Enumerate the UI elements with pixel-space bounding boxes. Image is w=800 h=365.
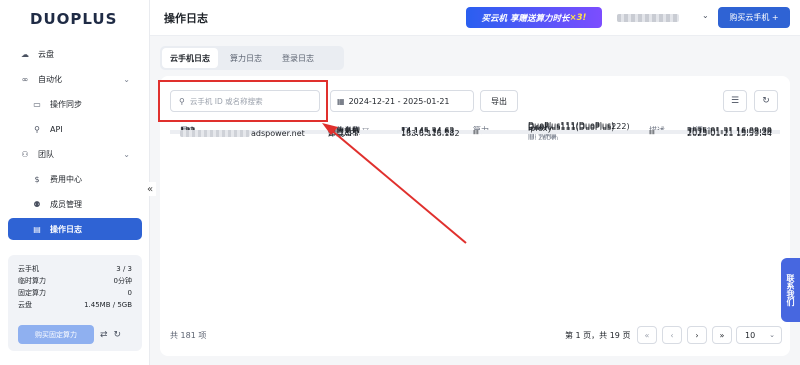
tab-power-log[interactable]: 算力日志: [222, 48, 270, 68]
log-table: 用户 操作类型 ▽ IP 算力 云手机 描述 时间 ⇕ 122 修改名称 14.…: [170, 121, 780, 142]
contact-us-button[interactable]: 联系我们: [781, 258, 800, 322]
cell-type: 卸载APP: [328, 128, 360, 138]
export-button[interactable]: 导出: [480, 90, 518, 112]
infinity-icon: ∞: [21, 74, 29, 84]
buy-cloud-phone-button[interactable]: 购买云手机 +: [718, 7, 790, 28]
sync-icon: ▭: [33, 99, 41, 109]
sidebar: DUOPLUS ☁ 云盘 ∞ 自动化 ⌄ ▭ 操作同步 ⚲ API ⚇ 团队 ⌄…: [0, 0, 150, 365]
quota-label: 云盘: [18, 301, 32, 309]
quota-actions: 购买固定算力 ⇄ ↻: [18, 325, 121, 344]
page-size-select[interactable]: 10 ⌄: [736, 326, 782, 344]
buy-fixed-power-button[interactable]: 购买固定算力: [18, 325, 94, 344]
page-size-value: 10: [745, 330, 756, 340]
collapse-sidebar-icon[interactable]: «: [144, 182, 156, 196]
log-icon: ▤: [33, 224, 41, 234]
header: 操作日志 买云机 享赠送算力时长 ×3! ⌄ 购买云手机 +: [150, 0, 800, 36]
table-row[interactable]: adspower.net 卸载APP 183.6.116.182 -- ipfo…: [170, 124, 780, 142]
column-settings-icon[interactable]: ☰: [723, 90, 747, 112]
cell-user: adspower.net: [180, 129, 305, 138]
chevron-down-icon: ⌄: [123, 74, 130, 84]
sidebar-item-label: 操作日志: [50, 224, 82, 234]
quota-label: 固定算力: [18, 289, 46, 297]
sidebar-item-cloud-disk[interactable]: ☁ 云盘: [8, 43, 142, 65]
quota-value: 1.45MB / 5GB: [84, 301, 132, 309]
chevron-down-icon: ⌄: [123, 149, 130, 159]
calendar-icon: ▦: [337, 96, 345, 106]
sidebar-item-label: 操作同步: [50, 99, 82, 109]
sidebar-item-op-log[interactable]: ▤ 操作日志: [8, 218, 142, 240]
quota-value: 3 / 3: [116, 265, 132, 273]
cloud-icon: ☁: [21, 49, 29, 59]
tab-cloud-phone-log[interactable]: 云手机日志: [162, 48, 218, 68]
api-icon: ⚲: [34, 124, 40, 134]
phone-id: ID: ZdOvn: [528, 134, 559, 142]
tab-login-log[interactable]: 登录日志: [274, 48, 322, 68]
sidebar-item-members[interactable]: ⚉ 成员管理: [8, 193, 142, 215]
quota-value: 0分钟: [113, 277, 132, 285]
dollar-icon: $: [34, 174, 40, 184]
cell-power: --: [473, 128, 479, 138]
refresh-icon[interactable]: ↻: [114, 330, 122, 340]
cell-desc: --: [649, 128, 655, 138]
sidebar-item-team[interactable]: ⚇ 团队 ⌄: [8, 143, 142, 165]
quota-row: 云盘 1.45MB / 5GB: [18, 299, 132, 311]
app-root: DUOPLUS ☁ 云盘 ∞ 自动化 ⌄ ▭ 操作同步 ⚲ API ⚇ 团队 ⌄…: [0, 0, 800, 365]
quota-row: 临时算力 0分钟: [18, 275, 132, 287]
sidebar-item-op-sync[interactable]: ▭ 操作同步: [8, 93, 142, 115]
quota-row: 云手机 3 / 3: [18, 263, 132, 275]
quota-value: 0: [127, 289, 132, 297]
log-tabs: 云手机日志 算力日志 登录日志: [160, 46, 344, 70]
contact-label: 联系我们: [786, 274, 795, 306]
promo-banner[interactable]: 买云机 享赠送算力时长 ×3!: [466, 7, 602, 28]
date-range-value: 2024-12-21 - 2025-01-21: [348, 96, 450, 106]
sidebar-item-label: 团队: [38, 149, 54, 159]
quota-label: 临时算力: [18, 277, 46, 285]
total-count: 共 181 项: [170, 331, 207, 340]
promo-highlight: ×3!: [569, 12, 587, 23]
date-range-picker[interactable]: ▦ 2024-12-21 - 2025-01-21: [330, 90, 474, 112]
redacted-user: [180, 129, 250, 137]
sidebar-item-label: API: [50, 124, 63, 134]
promo-text: 买云机 享赠送算力时长: [481, 13, 570, 24]
sidebar-item-label: 自动化: [38, 74, 62, 84]
annotation-highlight-box: [158, 80, 328, 122]
cell-time: 2025-01-21 15:59:44: [687, 128, 772, 138]
quota-panel: 云手机 3 / 3 临时算力 0分钟 固定算力 0 云盘 1.45MB / 5G…: [8, 255, 142, 351]
last-page-icon[interactable]: »: [712, 326, 732, 344]
swap-icon[interactable]: ⇄: [100, 330, 108, 340]
sidebar-item-label: 云盘: [38, 49, 54, 59]
cell-user-text: adspower.net: [251, 128, 305, 138]
page-indicator: 第 1 页，共 19 页: [565, 331, 631, 340]
sidebar-item-api[interactable]: ⚲ API: [8, 118, 142, 140]
first-page-icon[interactable]: «: [637, 326, 657, 344]
sidebar-item-label: 成员管理: [50, 199, 82, 209]
sidebar-item-automation[interactable]: ∞ 自动化 ⌄: [8, 68, 142, 90]
chevron-down-icon[interactable]: ⌄: [702, 11, 709, 20]
user-account[interactable]: [617, 14, 679, 22]
sidebar-item-billing[interactable]: $ 费用中心: [8, 168, 142, 190]
chevron-down-icon: ⌄: [769, 331, 775, 339]
phone-name: ipfoxy: [528, 123, 553, 133]
sidebar-item-label: 费用中心: [50, 174, 82, 184]
next-page-icon[interactable]: ›: [687, 326, 707, 344]
quota-label: 云手机: [18, 265, 39, 273]
cell-phone: ipfoxy ID: ZdOvn: [528, 124, 558, 143]
member-icon: ⚉: [33, 199, 41, 209]
page-title: 操作日志: [164, 12, 208, 25]
refresh-icon[interactable]: ↻: [754, 90, 778, 112]
logo: DUOPLUS: [30, 10, 118, 28]
team-icon: ⚇: [21, 149, 29, 159]
cell-ip: 183.6.116.182: [401, 128, 460, 138]
quota-row: 固定算力 0: [18, 287, 132, 299]
prev-page-icon[interactable]: ‹: [662, 326, 682, 344]
